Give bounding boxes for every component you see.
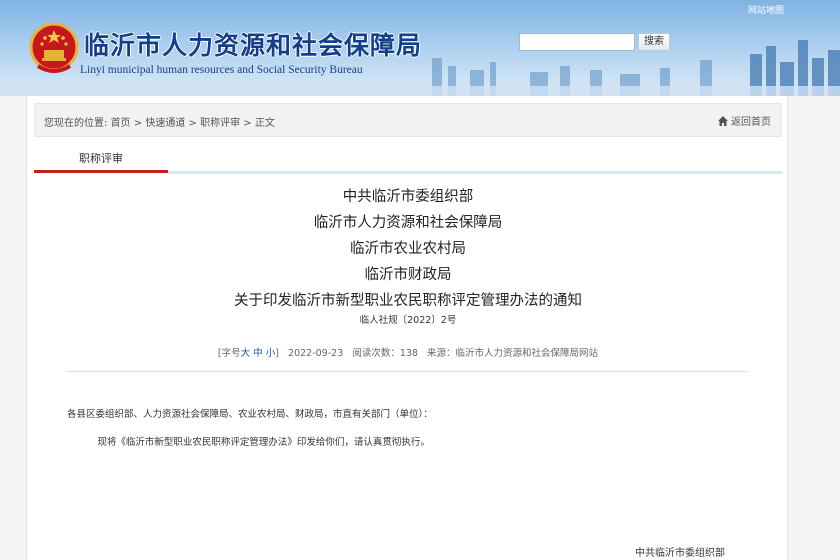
font-size-bracket: ] <box>275 348 279 359</box>
breadcrumb-quick-channel[interactable]: 快速通道 <box>145 118 185 129</box>
home-icon <box>718 115 728 126</box>
font-size-label: [字号 <box>217 348 241 359</box>
breadcrumb-bar: 您现在的位置: 首页 > 快速通道 > 职称评审 > 正文 返回首页 <box>34 103 782 137</box>
breadcrumb-home[interactable]: 首页 <box>111 118 131 129</box>
body-paragraph: 现将《临沂市新型职业农民职称评定管理办法》印发给你们，请认真贯彻执行。 <box>97 437 430 448</box>
tab-active-indicator <box>34 170 168 173</box>
breadcrumb-separator: > <box>188 118 197 129</box>
publish-date: 2022-09-23 <box>288 348 344 359</box>
breadcrumb-prefix: 您现在的位置: <box>44 118 108 129</box>
return-home-link[interactable]: 返回首页 <box>717 113 771 128</box>
views-label: 阅读次数： <box>352 348 400 359</box>
article-meta: [字号大 中 小] 2022-09-23 阅读次数：138 来源：临沂市人力资源… <box>27 345 789 359</box>
font-small-button[interactable]: 小 <box>266 348 276 359</box>
source-value: 临沂市人力资源和社会保障局网站 <box>455 348 599 359</box>
source-label: 来源： <box>427 348 456 359</box>
search-input[interactable] <box>519 33 635 51</box>
document-header: 中共临沂市委组织部 临沂市人力资源和社会保障局 临沂市农业农村局 临沂市财政局 … <box>27 184 789 330</box>
site-title: 临沂市人力资源和社会保障局 <box>84 31 423 60</box>
signature: 中共临沂市委组织部 <box>635 548 725 559</box>
document-number: 临人社规〔2022〕2号 <box>359 315 457 326</box>
view-count: 138 <box>399 348 418 359</box>
article-body: 各县区委组织部、人力资源社会保障局、农业农村局、财政局，市直有关部门（单位）： … <box>67 408 757 450</box>
document-title: 关于印发临沂市新型职业农民职称评定管理办法的通知 <box>234 293 582 309</box>
breadcrumb-separator: > <box>133 118 143 129</box>
issuer-organization-dept: 中共临沂市委组织部 <box>342 189 474 205</box>
search-button[interactable]: 搜索 <box>638 33 670 51</box>
return-home-label: 返回首页 <box>731 117 771 128</box>
site-map-link[interactable]: 网站地图 <box>748 3 784 16</box>
font-large-button[interactable]: 大 <box>241 348 251 359</box>
tab-divider <box>168 171 782 174</box>
section-tab-bar: 职称评审 <box>34 148 782 174</box>
salutation: 各县区委组织部、人力资源社会保障局、农业农村局、财政局，市直有关部门（单位）： <box>67 409 433 420</box>
tab-title-review[interactable]: 职称评审 <box>34 148 168 172</box>
site-header: 网站地图 临沂市人力资源和社会保障局 Linyi municipal human… <box>0 0 840 96</box>
national-emblem-logo <box>29 22 79 73</box>
breadcrumb-title-review[interactable]: 职称评审 <box>200 118 240 129</box>
font-medium-button[interactable]: 中 <box>253 348 263 359</box>
issuer-agriculture-bureau: 临沂市农业农村局 <box>350 241 466 257</box>
issuer-hrss-bureau: 临沂市人力资源和社会保障局 <box>313 215 503 231</box>
issuer-finance-bureau: 临沂市财政局 <box>364 267 452 283</box>
breadcrumb: 您现在的位置: 首页 > 快速通道 > 职称评审 > 正文 <box>44 114 275 129</box>
breadcrumb-current: 正文 <box>254 118 275 129</box>
meta-divider <box>67 371 747 372</box>
main-content: 您现在的位置: 首页 > 快速通道 > 职称评审 > 正文 返回首页 职称评审 … <box>26 96 788 560</box>
site-title-english: Linyi municipal human resources and Soci… <box>80 64 363 76</box>
breadcrumb-separator: > <box>243 118 252 129</box>
